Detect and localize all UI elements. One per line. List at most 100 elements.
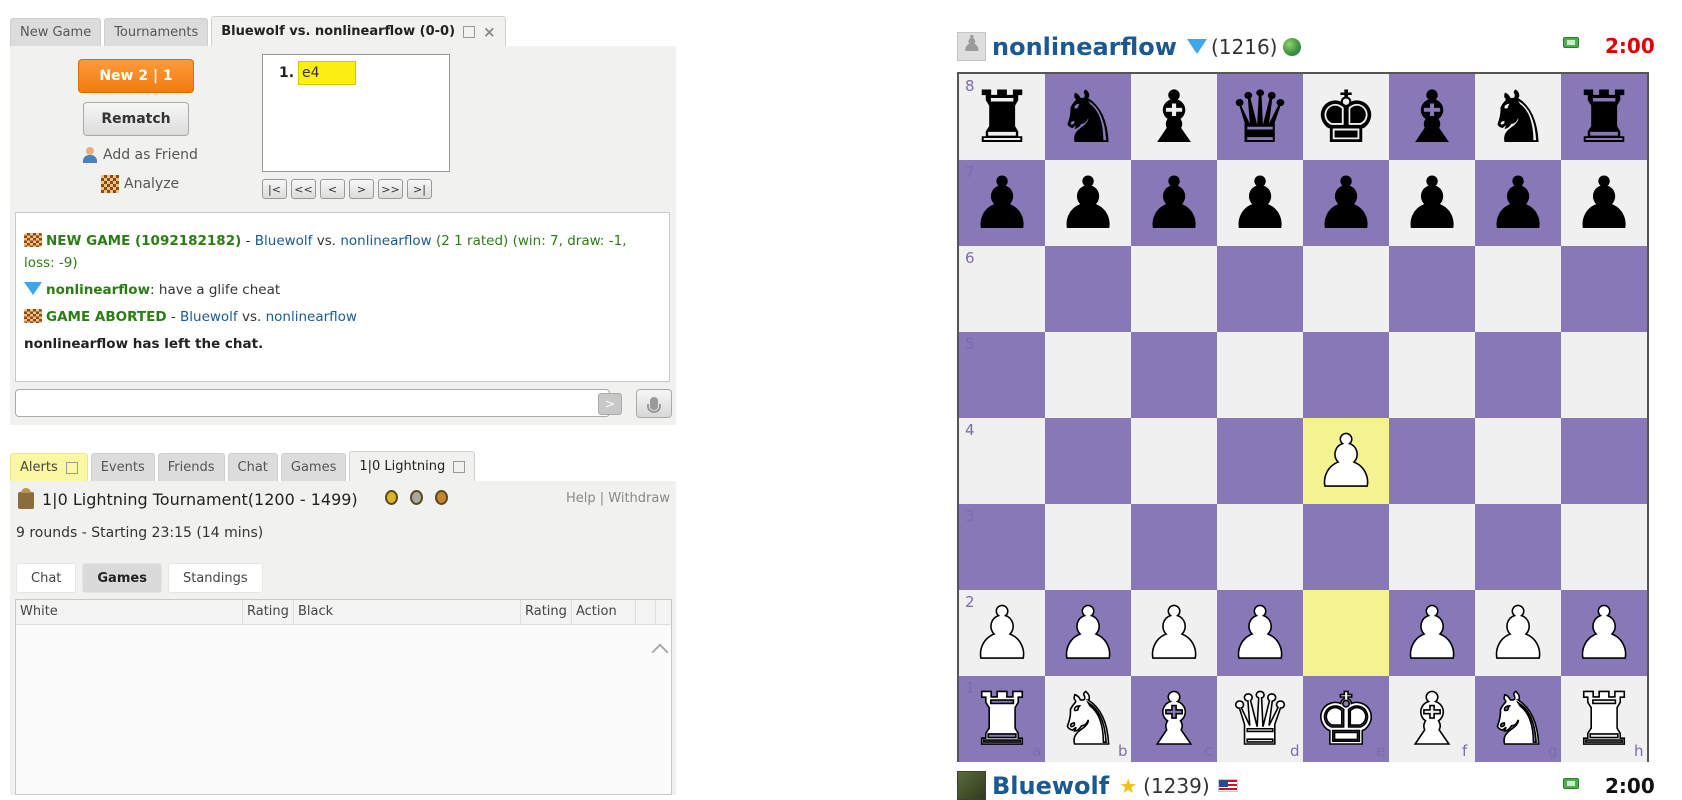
square-f4[interactable] <box>1389 418 1475 504</box>
subtab-standings[interactable]: Standings <box>167 563 263 593</box>
send-button[interactable]: > <box>598 393 622 415</box>
tab-lightning[interactable]: 1|0 Lightning <box>349 451 476 481</box>
tab-friends[interactable]: Friends <box>157 453 225 481</box>
square-d8[interactable] <box>1217 74 1303 160</box>
square-g4[interactable] <box>1475 418 1561 504</box>
square-b2[interactable] <box>1045 590 1131 676</box>
square-e5[interactable] <box>1303 332 1389 418</box>
tab-tournaments[interactable]: Tournaments <box>104 18 209 46</box>
nav-back-fast-button[interactable]: << <box>291 179 316 199</box>
square-e2[interactable] <box>1303 590 1389 676</box>
close-icon[interactable]: × <box>483 23 496 41</box>
column-black-rating[interactable]: Rating <box>521 600 572 624</box>
voice-button[interactable] <box>636 389 672 418</box>
square-d2[interactable] <box>1217 590 1303 676</box>
tab-new-game[interactable]: New Game <box>10 18 102 46</box>
square-d6[interactable] <box>1217 246 1303 332</box>
square-d3[interactable] <box>1217 504 1303 590</box>
column-action[interactable]: Action <box>572 600 636 624</box>
nav-back-button[interactable]: < <box>320 179 345 199</box>
scroll-up-icon[interactable] <box>651 643 669 661</box>
square-g6[interactable] <box>1475 246 1561 332</box>
square-b7[interactable] <box>1045 160 1131 246</box>
player-link[interactable]: Bluewolf <box>180 309 238 325</box>
square-b6[interactable] <box>1045 246 1131 332</box>
tournament-links: Help | Withdraw <box>565 491 670 506</box>
square-d7[interactable] <box>1217 160 1303 246</box>
square-e6[interactable] <box>1303 246 1389 332</box>
square-g3[interactable] <box>1475 504 1561 590</box>
new-game-button[interactable]: New 2 | 1 <box>78 59 194 93</box>
player-link[interactable]: nonlinearflow <box>340 233 431 249</box>
move-white[interactable]: e4 <box>298 61 356 85</box>
rematch-button[interactable]: Rematch <box>83 102 189 136</box>
tab-alerts[interactable]: Alerts <box>10 453 88 481</box>
avatar[interactable] <box>957 771 986 800</box>
square-b4[interactable] <box>1045 418 1131 504</box>
square-h4[interactable] <box>1561 418 1647 504</box>
square-b8[interactable] <box>1045 74 1131 160</box>
square-f3[interactable] <box>1389 504 1475 590</box>
square-c5[interactable] <box>1131 332 1217 418</box>
popout-icon[interactable] <box>453 460 466 473</box>
square-c3[interactable] <box>1131 504 1217 590</box>
square-b5[interactable] <box>1045 332 1131 418</box>
square-h2[interactable] <box>1561 590 1647 676</box>
subtab-chat[interactable]: Chat <box>16 563 77 593</box>
nav-forward-fast-button[interactable]: >> <box>378 179 403 199</box>
square-c8[interactable] <box>1131 74 1217 160</box>
tab-games[interactable]: Games <box>280 453 347 481</box>
square-h5[interactable] <box>1561 332 1647 418</box>
globe-icon <box>1283 37 1302 56</box>
popout-icon[interactable] <box>65 461 78 474</box>
square-h6[interactable] <box>1561 246 1647 332</box>
square-g8[interactable] <box>1475 74 1561 160</box>
column-black[interactable]: Black <box>294 600 521 624</box>
square-e4[interactable] <box>1303 418 1389 504</box>
square-f7[interactable] <box>1389 160 1475 246</box>
square-f2[interactable] <box>1389 590 1475 676</box>
nav-last-button[interactable]: >| <box>407 179 432 199</box>
player-link[interactable]: Bluewolf <box>255 233 313 249</box>
square-d5[interactable] <box>1217 332 1303 418</box>
chat-username[interactable]: nonlinearflow <box>46 282 150 298</box>
subtab-games[interactable]: Games <box>82 563 162 593</box>
analyze-link[interactable]: Analyze <box>101 175 179 193</box>
square-e8[interactable] <box>1303 74 1389 160</box>
help-link[interactable]: Help <box>566 491 596 506</box>
square-e7[interactable] <box>1303 160 1389 246</box>
nav-forward-button[interactable]: > <box>349 179 374 199</box>
square-c6[interactable] <box>1131 246 1217 332</box>
square-g7[interactable] <box>1475 160 1561 246</box>
chess-board[interactable]: ♜ ♞ ♝ ♛ ♚ ♝ ♞ ♜ ♟ ♟ ♟ ♟ ♟ ♟ ♟ ♟ ♟ ♟ ♟ ♟ ♟ ♟ ♟ ♟ ♜ ♞ ♝ ♛ ♚ ♝ ♞ ♜ 8 7 6 5 4 3 2 1… <box>957 72 1649 762</box>
tab-current-game[interactable]: Bluewolf vs. nonlinearflow (0-0) × <box>211 16 506 46</box>
square-f5[interactable] <box>1389 332 1475 418</box>
square-f6[interactable] <box>1389 246 1475 332</box>
square-e3[interactable] <box>1303 504 1389 590</box>
popout-icon[interactable] <box>463 25 476 38</box>
avatar[interactable] <box>957 32 986 61</box>
add-friend-link[interactable]: Add as Friend <box>82 147 198 163</box>
player-name[interactable]: nonlinearflow <box>992 33 1177 61</box>
square-c2[interactable] <box>1131 590 1217 676</box>
square-g2[interactable] <box>1475 590 1561 676</box>
square-g5[interactable] <box>1475 332 1561 418</box>
square-d4[interactable] <box>1217 418 1303 504</box>
square-c7[interactable] <box>1131 160 1217 246</box>
square-h7[interactable] <box>1561 160 1647 246</box>
column-white-rating[interactable]: Rating <box>243 600 294 624</box>
column-white[interactable]: White <box>16 600 243 624</box>
tab-chat[interactable]: Chat <box>227 453 278 481</box>
nav-first-button[interactable]: |< <box>262 179 287 199</box>
tab-events[interactable]: Events <box>90 453 155 481</box>
withdraw-link[interactable]: Withdraw <box>608 491 670 506</box>
player-name[interactable]: Bluewolf <box>992 772 1109 800</box>
square-h8[interactable] <box>1561 74 1647 160</box>
player-link[interactable]: nonlinearflow <box>266 309 357 325</box>
square-h3[interactable] <box>1561 504 1647 590</box>
square-b3[interactable] <box>1045 504 1131 590</box>
chat-input[interactable] <box>15 389 610 417</box>
file-label: a <box>1032 742 1042 760</box>
square-c4[interactable] <box>1131 418 1217 504</box>
square-f8[interactable] <box>1389 74 1475 160</box>
